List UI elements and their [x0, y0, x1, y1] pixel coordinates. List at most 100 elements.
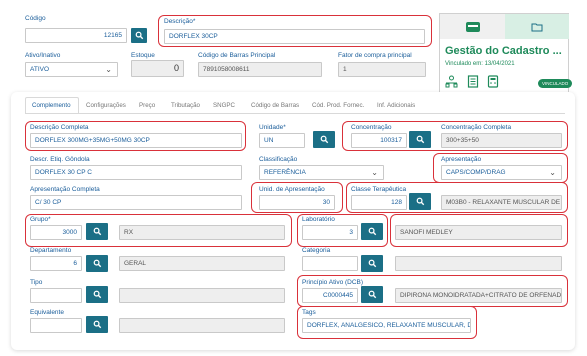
- tags-field[interactable]: DORFLEX, ANALGESICO, RELAXANTE MUSCULAR,…: [302, 318, 471, 333]
- descricao-completa-field[interactable]: DORFLEX 300MG+35MG+50MG 30CP: [30, 133, 242, 148]
- departamento-desc-field: GERAL: [119, 256, 285, 271]
- grupo-code-field[interactable]: 3000: [30, 225, 82, 240]
- gondola-label: Descr. Etiq. Gôndola: [30, 156, 90, 163]
- tabs-divider: [25, 113, 565, 114]
- tab-complemento[interactable]: Complemento: [32, 102, 71, 109]
- equivalente-search-button[interactable]: [86, 316, 108, 333]
- grupo-desc-field: RX: [119, 225, 285, 240]
- ativo-select[interactable]: ATIVO ⌄: [25, 62, 118, 77]
- barras-field: 7891058008611: [198, 62, 322, 77]
- descricao-field[interactable]: DORFLEX 30CP: [164, 29, 425, 44]
- categoria-desc-field: [395, 256, 562, 271]
- codigo-search-button[interactable]: [131, 28, 147, 43]
- tab-inf-adicionais[interactable]: Inf. Adicionais: [377, 102, 415, 109]
- unidade-label: Unidade*: [259, 124, 286, 131]
- search-icon: [416, 197, 424, 206]
- departamento-search-button[interactable]: [86, 255, 108, 272]
- concentracao-completa-label: Concentração Completa: [441, 124, 512, 131]
- principio-desc-field: DIPIRONA MONOIDRATADA+CITRATO DE ORFENAD…: [395, 288, 562, 303]
- search-icon: [93, 259, 101, 268]
- search-icon: [416, 135, 424, 144]
- search-icon: [135, 31, 143, 40]
- apres-completa-label: Apresentação Completa: [30, 186, 100, 193]
- search-icon: [93, 320, 101, 329]
- chevron-down-icon: ⌄: [105, 65, 112, 74]
- laboratorio-desc-field: SANOFI MEDLEY: [395, 225, 562, 240]
- gestao-tab-active[interactable]: [440, 14, 505, 39]
- vinculado-badge: VINCULADO: [538, 79, 573, 88]
- barras-label: Código de Barras Principal: [198, 52, 276, 59]
- laboratorio-code-field[interactable]: 3: [302, 225, 358, 240]
- estoque-label: Estoque: [131, 52, 155, 59]
- gondola-field[interactable]: DORFLEX 30 CP C: [30, 165, 242, 180]
- principio-code-field[interactable]: C0000445: [302, 288, 358, 303]
- laboratorio-search-button[interactable]: [361, 223, 383, 240]
- grupo-search-button[interactable]: [86, 223, 108, 240]
- estoque-field: 0: [131, 60, 184, 77]
- equivalente-label: Equivalente: [30, 309, 64, 316]
- tab-preco[interactable]: Preço: [139, 102, 155, 109]
- store-icon: [465, 21, 480, 32]
- folder-icon: [531, 23, 543, 31]
- classificacao-label: Classificação: [259, 156, 298, 163]
- calculator-icon[interactable]: [487, 75, 499, 88]
- concentracao-completa-field: 300+35+50: [441, 133, 562, 148]
- search-icon: [368, 290, 376, 299]
- departamento-code-field[interactable]: 6: [30, 256, 82, 271]
- tab-sngpc[interactable]: SNGPC: [213, 102, 235, 109]
- gestao-panel: Gestão do Cadastro ... Vinculado em: 13/…: [439, 13, 573, 95]
- fator-label: Fator de compra principal: [338, 52, 412, 59]
- tipo-desc-field: [119, 288, 285, 303]
- unidade-field[interactable]: UN: [259, 133, 305, 148]
- network-icon[interactable]: [445, 75, 458, 88]
- principio-search-button[interactable]: [361, 286, 383, 303]
- departamento-label: Departamento: [30, 247, 72, 254]
- codigo-label: Código: [25, 15, 46, 22]
- search-icon: [368, 227, 376, 236]
- unid-apres-label: Unid. de Apresentação: [259, 186, 325, 193]
- categoria-search-button[interactable]: [361, 255, 383, 272]
- grupo-label: Grupo*: [30, 216, 51, 223]
- classe-desc-field: M03B0 - RELAXANTE MUSCULAR DE AÇ: [441, 195, 562, 210]
- search-icon: [93, 290, 101, 299]
- laboratorio-label: Laboratório: [302, 216, 335, 223]
- apresentacao-select[interactable]: CAPS/COMP/DRAG ⌄: [441, 165, 562, 180]
- tags-label: Tags: [302, 309, 316, 316]
- concentracao-search-button[interactable]: [409, 131, 431, 148]
- descricao-completa-label: Descrição Completa: [30, 124, 89, 131]
- search-icon: [93, 227, 101, 236]
- tab-cod-prod-fornec[interactable]: Cód. Prod. Fornec.: [312, 102, 364, 109]
- apresentacao-value: CAPS/COMP/DRAG: [446, 169, 506, 176]
- equivalente-code-field[interactable]: [30, 318, 82, 333]
- classe-code-field[interactable]: 128: [351, 195, 407, 210]
- apresentacao-label: Apresentação: [441, 156, 482, 163]
- tipo-code-field[interactable]: [30, 288, 82, 303]
- ativo-value: ATIVO: [30, 66, 50, 73]
- fator-field: 1: [338, 62, 426, 77]
- classificacao-select[interactable]: REFERÊNCIA ⌄: [259, 165, 384, 180]
- concentracao-label: Concentração: [351, 124, 392, 131]
- gestao-tab-folder[interactable]: [505, 14, 569, 39]
- document-icon[interactable]: [467, 75, 479, 88]
- chevron-down-icon: ⌄: [371, 168, 378, 177]
- classe-search-button[interactable]: [409, 193, 431, 210]
- apres-completa-field[interactable]: C/ 30 CP: [30, 195, 242, 210]
- categoria-label: Categoria: [302, 247, 331, 254]
- equivalente-desc-field: [119, 318, 285, 333]
- search-icon: [368, 259, 376, 268]
- tab-codigo-barras[interactable]: Código de Barras: [251, 102, 299, 109]
- tipo-search-button[interactable]: [86, 286, 108, 303]
- codigo-field[interactable]: 12165: [25, 28, 127, 43]
- concentracao-field[interactable]: 100317: [351, 133, 407, 148]
- unid-apres-field[interactable]: 30: [259, 195, 335, 210]
- search-icon: [320, 135, 328, 144]
- categoria-code-field[interactable]: [302, 256, 358, 271]
- gestao-vinculado-text: Vinculado em: 13/04/2021: [445, 61, 515, 67]
- tab-tributacao[interactable]: Tributação: [171, 102, 200, 109]
- gestao-title: Gestão do Cadastro ...: [445, 45, 562, 57]
- principio-label: Princípio Ativo (DCB): [302, 279, 364, 286]
- unidade-search-button[interactable]: [313, 131, 335, 148]
- tab-configuracoes[interactable]: Configurações: [86, 102, 126, 109]
- chevron-down-icon: ⌄: [549, 168, 556, 177]
- ativo-label: Ativo/Inativo: [25, 52, 61, 59]
